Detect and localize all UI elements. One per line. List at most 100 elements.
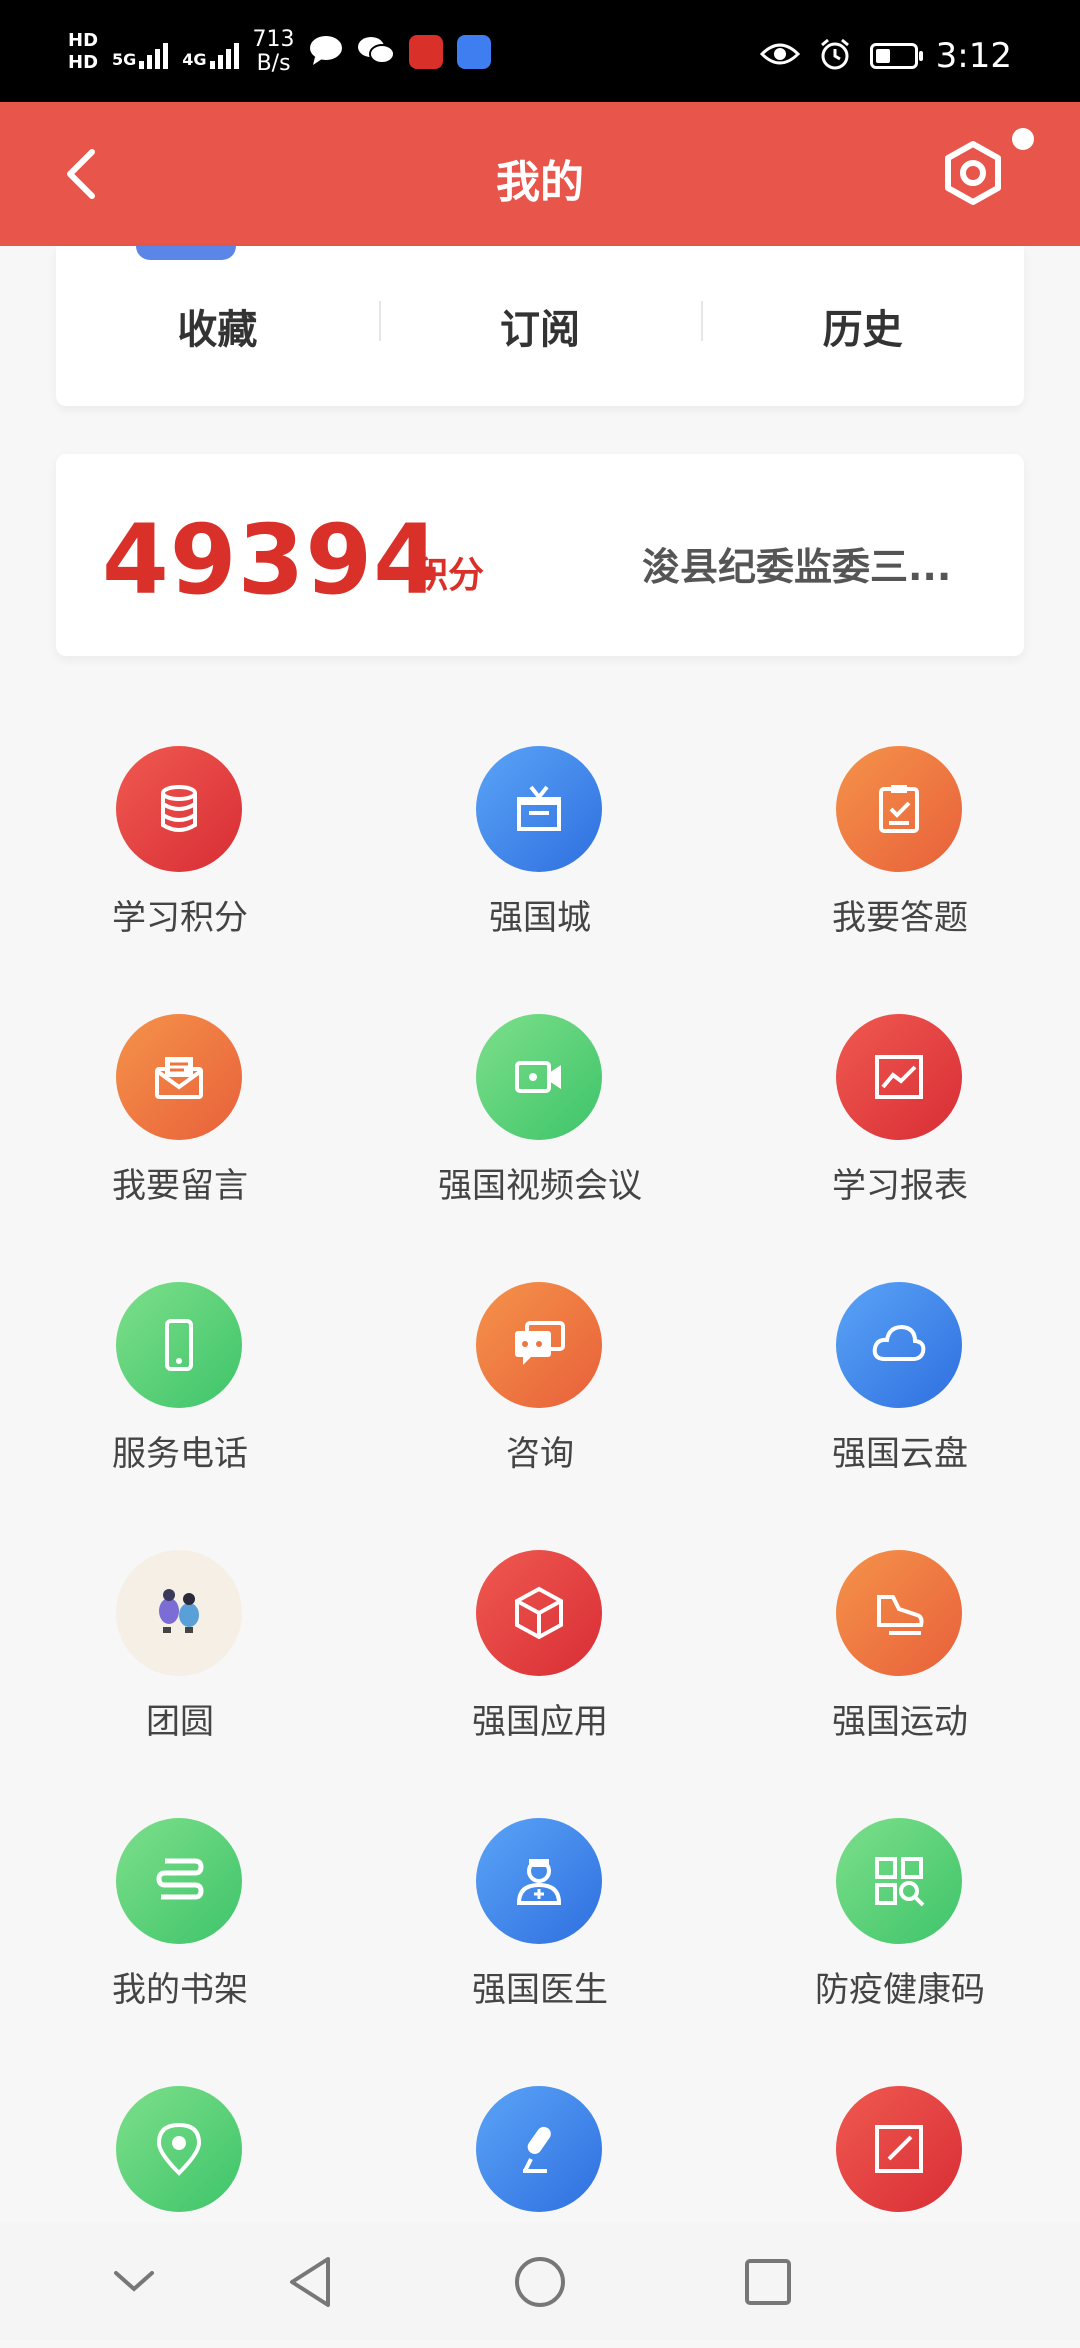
grid-item-icon-bg: [476, 1014, 602, 1140]
grid-item-label: 我的书架: [112, 1970, 248, 2010]
grid-item[interactable]: 强国视频会议: [360, 1008, 720, 1276]
grid-item[interactable]: 服务电话: [0, 1276, 360, 1544]
cube-icon: [515, 1586, 563, 1640]
grid-item[interactable]: 强国云盘: [720, 1276, 1080, 1544]
doctor-icon: [516, 1859, 562, 1905]
app-header: 我的: [0, 102, 1080, 246]
tab-history[interactable]: 历史: [701, 297, 1024, 355]
triangle-back-icon: [290, 2257, 330, 2307]
grid-item[interactable]: 学习报表: [720, 1008, 1080, 1276]
network-speed: 713 B/s: [253, 28, 295, 76]
status-time: 3:12: [935, 36, 1012, 76]
nav-back-button[interactable]: [280, 2252, 340, 2312]
grid-item-icon-bg: [836, 1818, 962, 1944]
nav-collapse-button[interactable]: [104, 2252, 164, 2312]
points-unit: 积分: [412, 555, 485, 596]
grid-item-icon-bg: [476, 746, 602, 872]
grid-item-icon-bg: [476, 2086, 602, 2212]
signal-5g-icon: 5G: [112, 35, 169, 69]
grid-item[interactable]: 团圆: [0, 1544, 360, 1812]
grid-item-icon-bg: [836, 1014, 962, 1140]
hd-indicators: HD HD: [68, 30, 98, 74]
grid-item[interactable]: 咨询: [360, 1276, 720, 1544]
tab-subscriptions[interactable]: 订阅: [378, 297, 702, 355]
reunion-illustration-icon: [159, 1589, 199, 1633]
grid-item[interactable]: 强国应用: [360, 1544, 720, 1812]
nav-home-button[interactable]: [510, 2252, 570, 2312]
gear-icon: [945, 141, 1001, 205]
network-5g-label: 5G: [112, 50, 137, 69]
points-value: 49394: [102, 504, 441, 616]
clipboard-check-icon: [879, 785, 919, 833]
grid-item-icon-bg: [116, 1550, 242, 1676]
grid-item[interactable]: 防疫健康码: [720, 1812, 1080, 2080]
message-icon: [309, 35, 343, 69]
grid-item-icon-bg: [476, 1550, 602, 1676]
grid-item-icon-bg: [836, 1550, 962, 1676]
grid-item-label: 强国云盘: [832, 1434, 968, 1474]
hd-indicator-2: HD: [68, 52, 99, 73]
gift-icon: [517, 785, 561, 831]
grid-item-label: 防疫健康码: [815, 1970, 985, 2010]
location-pin-icon: [156, 2122, 202, 2176]
grid-item[interactable]: 强国城: [360, 740, 720, 1008]
grid-item-icon-bg: [836, 746, 962, 872]
cloud-icon: [872, 1324, 926, 1361]
grid-item-icon-bg: [836, 1282, 962, 1408]
system-nav-bar: [0, 2222, 1080, 2340]
news-app-icon: [408, 35, 443, 69]
grid-item-icon-bg: [116, 1282, 242, 1408]
grid-item-label: 学习积分: [112, 898, 248, 938]
grid-item[interactable]: 我要答题: [720, 740, 1080, 1008]
circle-home-icon: [515, 2257, 565, 2307]
collection-tabs-card: 收藏 订阅 历史: [56, 246, 1024, 406]
battery-icon: [869, 43, 923, 69]
mail-icon: [155, 1057, 203, 1099]
avatar: [136, 246, 236, 260]
sneaker-icon: [877, 1595, 924, 1635]
video-camera-icon: [515, 1061, 561, 1093]
grid-item-icon-bg: [116, 1014, 242, 1140]
grid-item-icon-bg: [836, 2086, 962, 2212]
network-4g-label: 4G: [182, 50, 207, 69]
edit-icon: [875, 2125, 923, 2173]
microphone-icon: [523, 2126, 551, 2173]
grid-item-label: 强国应用: [472, 1702, 608, 1742]
nav-recents-button[interactable]: [738, 2252, 798, 2312]
grid-item-label: 强国医生: [472, 1970, 608, 2010]
alarm-icon: [818, 37, 852, 75]
grid-item-label: 我要留言: [112, 1166, 248, 1206]
grid-item[interactable]: 我的书架: [0, 1812, 360, 2080]
grid-item-label: 团圆: [146, 1702, 214, 1742]
grid-item-label: 强国视频会议: [438, 1166, 642, 1206]
grid-item[interactable]: 强国运动: [720, 1544, 1080, 1812]
square-recents-icon: [745, 2259, 791, 2305]
grid-item-label: 强国城: [489, 898, 591, 938]
organization-name[interactable]: 浚县纪委监委三...: [642, 536, 972, 591]
points-card[interactable]: 49394 积分 浚县纪委监委三...: [56, 454, 1024, 656]
book-icon: [156, 1858, 204, 1900]
grid-item[interactable]: 学习积分: [0, 740, 360, 1008]
grid-item-label: 强国运动: [832, 1702, 968, 1742]
grid-item[interactable]: 强国医生: [360, 1812, 720, 2080]
grid-item-label: 咨询: [506, 1434, 574, 1474]
chart-icon: [875, 1055, 923, 1099]
eye-icon: [759, 40, 800, 72]
grid-item-icon-bg: [476, 1818, 602, 1944]
settings-button[interactable]: [940, 140, 1006, 206]
tab-favorites[interactable]: 收藏: [56, 297, 379, 355]
grid-item-label: 学习报表: [832, 1166, 968, 1206]
grid-item-icon-bg: [116, 746, 242, 872]
page-title: 我的: [496, 157, 584, 208]
network-speed-value: 713: [252, 27, 295, 52]
cloud-app-icon: [456, 35, 491, 69]
network-speed-unit: B/s: [256, 51, 291, 76]
status-bar: HD HD 5G 4G 713 B/s 3:12: [0, 0, 1080, 102]
notification-dot: [1012, 128, 1034, 150]
chat-icon: [515, 1321, 565, 1365]
status-left: HD HD 5G 4G 713 B/s: [68, 28, 491, 76]
grid-item-label: 我要答题: [832, 898, 968, 938]
status-right: 3:12: [759, 36, 1012, 76]
grid-item-icon-bg: [476, 1282, 602, 1408]
grid-item[interactable]: 我要留言: [0, 1008, 360, 1276]
